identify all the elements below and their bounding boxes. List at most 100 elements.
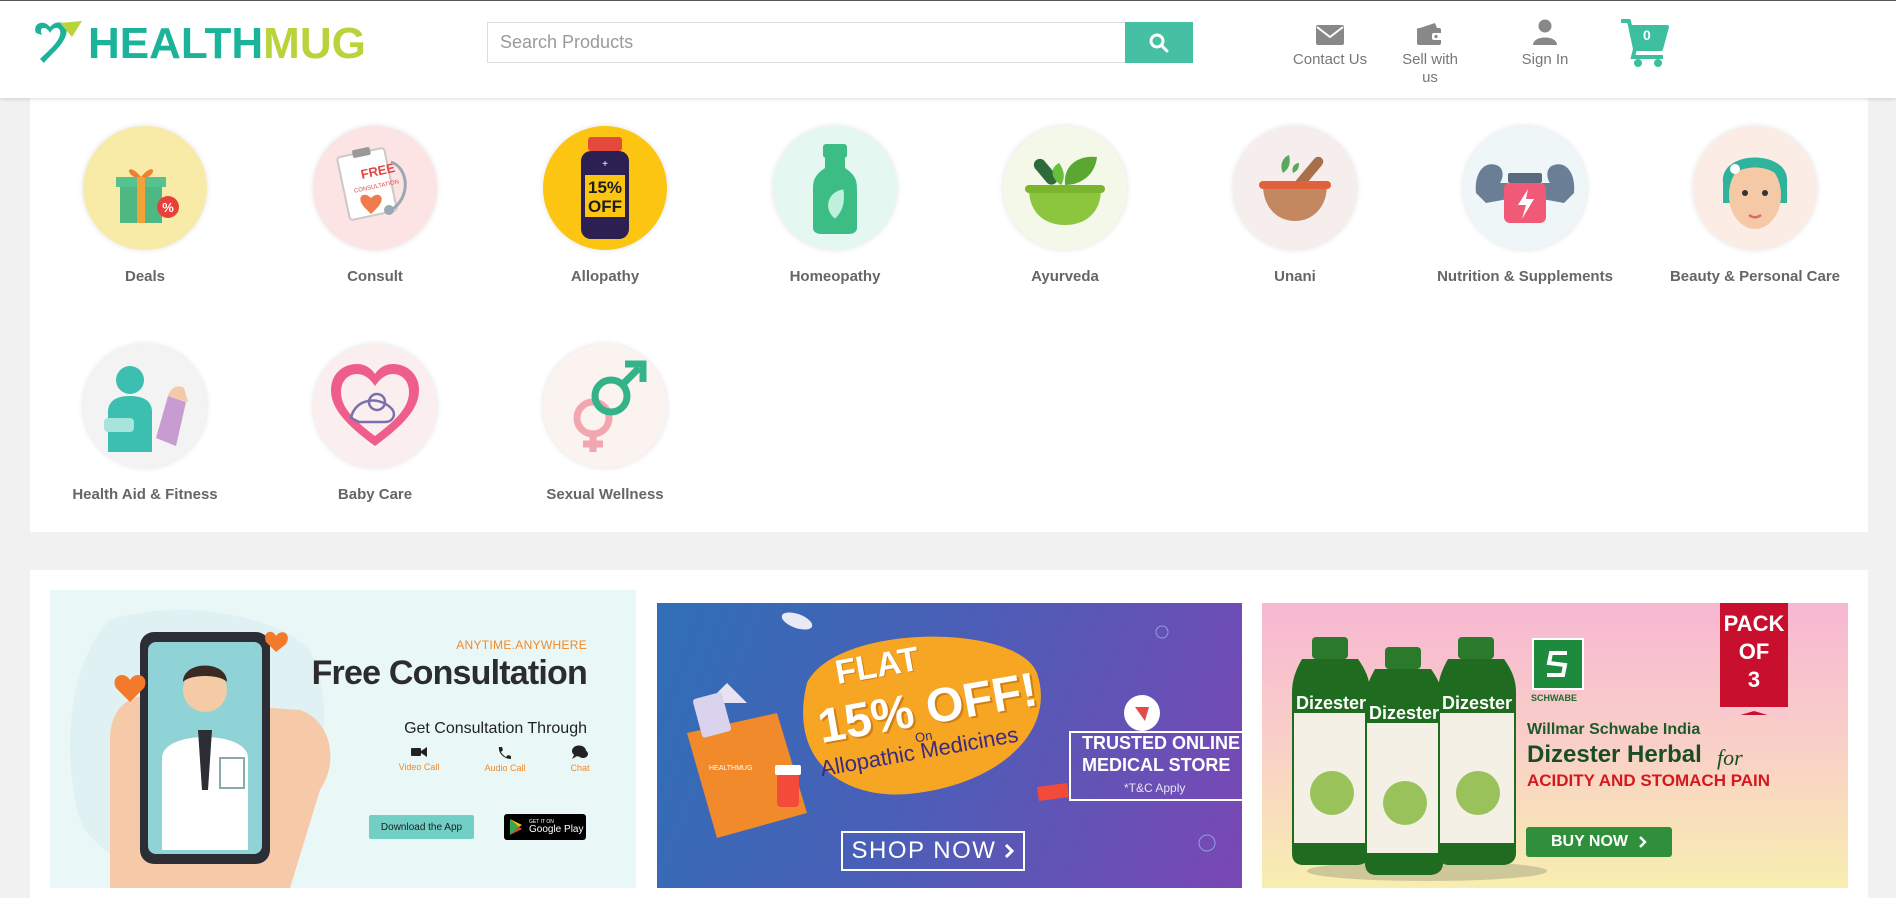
video-call-label: Video Call: [398, 762, 440, 772]
cart-button[interactable]: 0: [1619, 17, 1671, 69]
category-label: Baby Care: [337, 486, 413, 503]
shop-now-label: SHOP NOW: [851, 837, 997, 864]
audio-call-option: Audio Call: [480, 746, 530, 773]
gift-icon: %: [83, 126, 207, 250]
category-allopathy[interactable]: + 15% OFF Allopathy: [490, 126, 720, 285]
bottle-label-2: Dizester: [1369, 703, 1439, 723]
company-name: Willmar Schwabe India: [1527, 721, 1701, 738]
audio-call-label: Audio Call: [484, 763, 526, 773]
product-name: Dizester Herbal: [1527, 741, 1702, 768]
schwabe-s-icon: [1546, 651, 1568, 677]
search-button[interactable]: [1125, 22, 1193, 63]
category-health-aid-fitness[interactable]: Health Aid & Fitness: [30, 344, 260, 503]
category-label: Health Aid & Fitness: [72, 486, 218, 503]
category-label: Consult: [347, 268, 403, 285]
brand-name-part1: HEALTH: [88, 19, 264, 68]
category-label: Deals: [124, 268, 166, 285]
search-icon: [1149, 33, 1169, 52]
free-consultation-banner[interactable]: ANYTIME.ANYWHERE Free Consultation Get C…: [50, 590, 636, 888]
svg-text:%: %: [162, 200, 174, 215]
face-icon: [1693, 126, 1817, 250]
doctor-phone-illustration: [70, 610, 331, 888]
category-consult[interactable]: FREE CONSULTATION Consult: [260, 126, 490, 285]
consultation-title: Free Consultation: [311, 654, 588, 692]
envelope-icon: [1316, 25, 1344, 45]
arm-sling-icon: [83, 344, 207, 468]
badge-off: OFF: [588, 197, 622, 216]
video-camera-icon: [411, 747, 427, 757]
category-label: Allopathy: [570, 268, 640, 285]
google-play-icon: [510, 819, 522, 835]
medicine-bottle-icon: + 15% OFF: [543, 126, 667, 250]
healthmug-logo[interactable]: HEALTHMUG: [30, 19, 366, 69]
sign-in-link[interactable]: Sign In: [1505, 17, 1585, 69]
pack-line3: 3: [1747, 667, 1761, 692]
chat-bubble-icon: [572, 745, 588, 759]
chat-option: Chat: [565, 745, 595, 773]
category-beauty-personal-care[interactable]: Beauty & Personal Care: [1640, 126, 1870, 285]
video-call-option: Video Call: [396, 746, 442, 772]
product-for: for: [1717, 745, 1743, 770]
contact-us-link[interactable]: Contact Us: [1290, 17, 1370, 69]
trusted-line1: TRUSTED ONLINE: [1082, 733, 1241, 753]
dizester-bottles-illustration: Dizester Dizester Dizester: [1292, 637, 1547, 881]
category-homeopathy[interactable]: Homeopathy: [720, 126, 950, 285]
tc-apply: *T&C Apply: [1124, 781, 1186, 795]
schwabe-logo: [1532, 638, 1584, 690]
site-header: HEALTHMUG Contact Us Sell with us Sign I…: [0, 0, 1896, 98]
baby-heart-icon: [313, 344, 437, 468]
banner-panel: ANYTIME.ANYWHERE Free Consultation Get C…: [30, 570, 1868, 898]
mortar-pestle-icon: [1233, 126, 1357, 250]
category-sexual-wellness[interactable]: Sexual Wellness: [490, 344, 720, 503]
category-unani[interactable]: Unani: [1180, 126, 1410, 285]
category-baby-care[interactable]: Baby Care: [260, 344, 490, 503]
dizester-banner[interactable]: Dizester Dizester Dizester SCHWABE PACK …: [1262, 603, 1848, 888]
phone-icon: [498, 747, 511, 759]
category-label: Homeopathy: [789, 268, 881, 285]
homeopathy-bottle-icon: [773, 126, 897, 250]
allopathic-offer-banner[interactable]: FLAT 15% OFF! On Allopathic Medicines HE…: [657, 603, 1242, 888]
badge-percent: 15%: [588, 178, 622, 197]
category-label: Ayurveda: [1031, 268, 1099, 285]
category-ayurveda[interactable]: Ayurveda: [950, 126, 1180, 285]
cart-count: 0: [1643, 27, 1651, 43]
gender-symbols-icon: [543, 344, 667, 468]
consultation-subtitle: Get Consultation Through: [404, 720, 587, 737]
search-bar: [487, 22, 1193, 63]
schwabe-logo-text: SCHWABE: [1531, 693, 1578, 703]
pack-of-3-badge: PACK OF 3: [1720, 603, 1788, 721]
chevron-right-icon: [1639, 836, 1647, 848]
google-play-badge[interactable]: GET IT ON Google Play: [504, 814, 586, 840]
wallet-icon: [1417, 23, 1443, 45]
consultation-tagline: ANYTIME.ANYWHERE: [456, 638, 587, 652]
category-label: Beauty & Personal Care: [1669, 268, 1841, 285]
brand-name-part2: MUG: [263, 19, 366, 68]
cart-icon: [1621, 19, 1669, 67]
mortar-leaf-icon: [1003, 126, 1127, 250]
trusted-line2: MEDICAL STORE: [1082, 755, 1231, 775]
category-label: Unani: [1274, 268, 1316, 285]
google-play-text: Google Play: [529, 823, 584, 835]
search-input[interactable]: [487, 22, 1125, 63]
svg-text:+: +: [602, 159, 608, 170]
product-use: ACIDITY AND STOMACH PAIN: [1527, 771, 1771, 790]
sign-in-label: Sign In: [1521, 51, 1569, 68]
buy-now-button[interactable]: BUY NOW: [1526, 827, 1672, 857]
category-label: Sexual Wellness: [546, 486, 664, 503]
pack-line1: PACK: [1723, 611, 1785, 636]
download-app-button[interactable]: Download the App: [369, 815, 474, 839]
shop-now-button[interactable]: SHOP NOW: [841, 831, 1025, 871]
user-icon: [1533, 19, 1557, 45]
chevron-right-icon: [1005, 843, 1015, 859]
bottle-label-3: Dizester: [1442, 693, 1512, 713]
chat-label: Chat: [570, 763, 590, 773]
category-deals[interactable]: % Deals: [30, 126, 260, 285]
sell-with-us-link[interactable]: Sell with us: [1392, 17, 1468, 87]
sell-with-us-label-line2: us: [1422, 69, 1438, 86]
category-nutrition-supplements[interactable]: Nutrition & Supplements: [1410, 126, 1640, 285]
download-app-label: Download the App: [380, 821, 463, 833]
contact-us-label: Contact Us: [1292, 51, 1368, 68]
supplement-jar-icon: [1463, 126, 1587, 250]
buy-now-label: BUY NOW: [1550, 833, 1629, 850]
heart-logo-icon: [35, 21, 82, 63]
